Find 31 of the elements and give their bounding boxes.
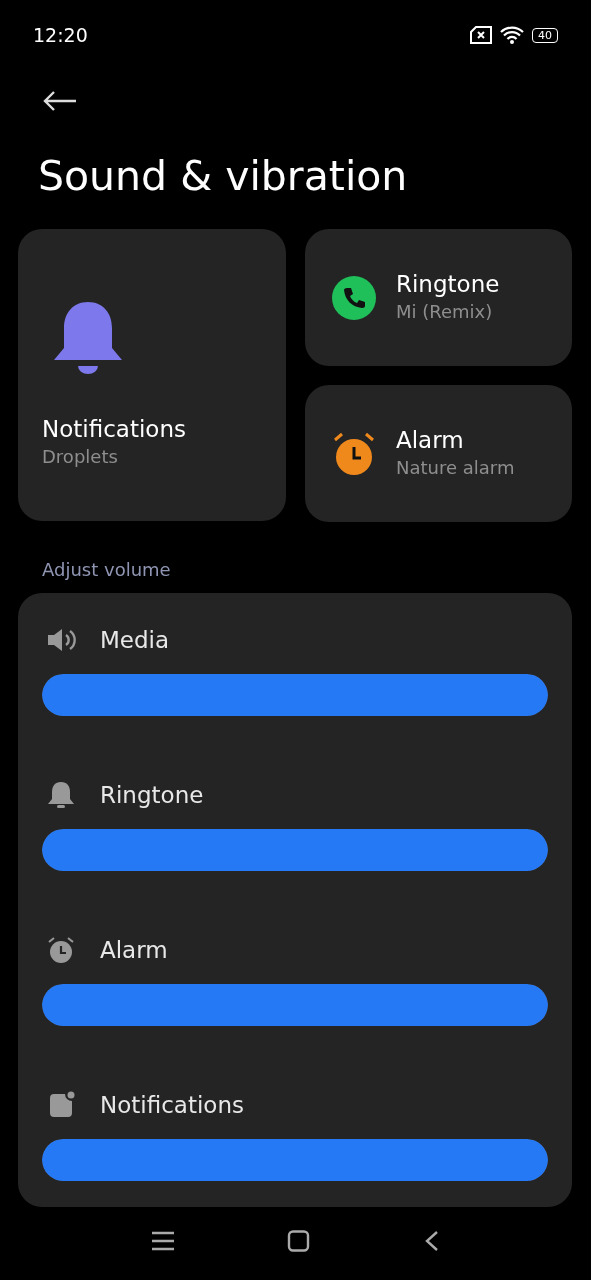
back-arrow-icon — [42, 89, 78, 112]
section-label: Adjust volume — [42, 558, 172, 583]
menu-icon — [150, 1229, 175, 1252]
tile-title: Ringtone — [396, 271, 500, 299]
wifi-icon — [500, 26, 524, 44]
sound-tile[interactable]: Alarm Nature alarm — [305, 385, 572, 523]
battery-level: 40 — [532, 27, 558, 43]
volume-slider[interactable] — [42, 1139, 548, 1182]
tile-title: Alarm — [396, 427, 465, 455]
no-sim-icon — [470, 26, 492, 44]
phone-icon — [332, 275, 376, 320]
volume-slider[interactable] — [42, 829, 548, 872]
alarm-clock-icon — [46, 936, 76, 965]
status-time: 12:20 — [33, 22, 88, 48]
tile-subtitle: Droplets — [42, 445, 119, 469]
sound-tile[interactable]: Notifications Droplets — [18, 229, 286, 522]
tile-title: Notifications — [42, 416, 187, 444]
tile-subtitle: Nature alarm — [396, 455, 515, 480]
speaker-icon — [46, 627, 76, 654]
volume-label: Notifications — [100, 1090, 244, 1120]
tile-subtitle: Mi (Remix) — [396, 299, 494, 324]
home-icon — [286, 1229, 311, 1252]
volume-slider[interactable] — [42, 674, 548, 717]
alarm-clock-icon — [332, 431, 376, 476]
page-title: Sound & vibration — [38, 152, 409, 202]
sound-tile[interactable]: Ringtone Mi (Remix) — [305, 229, 572, 367]
volume-label: Media — [100, 625, 170, 655]
volume-label: Alarm — [100, 935, 168, 965]
bell-icon — [46, 781, 76, 810]
volume-label: Ringtone — [100, 780, 204, 810]
volume-slider[interactable] — [42, 984, 548, 1027]
